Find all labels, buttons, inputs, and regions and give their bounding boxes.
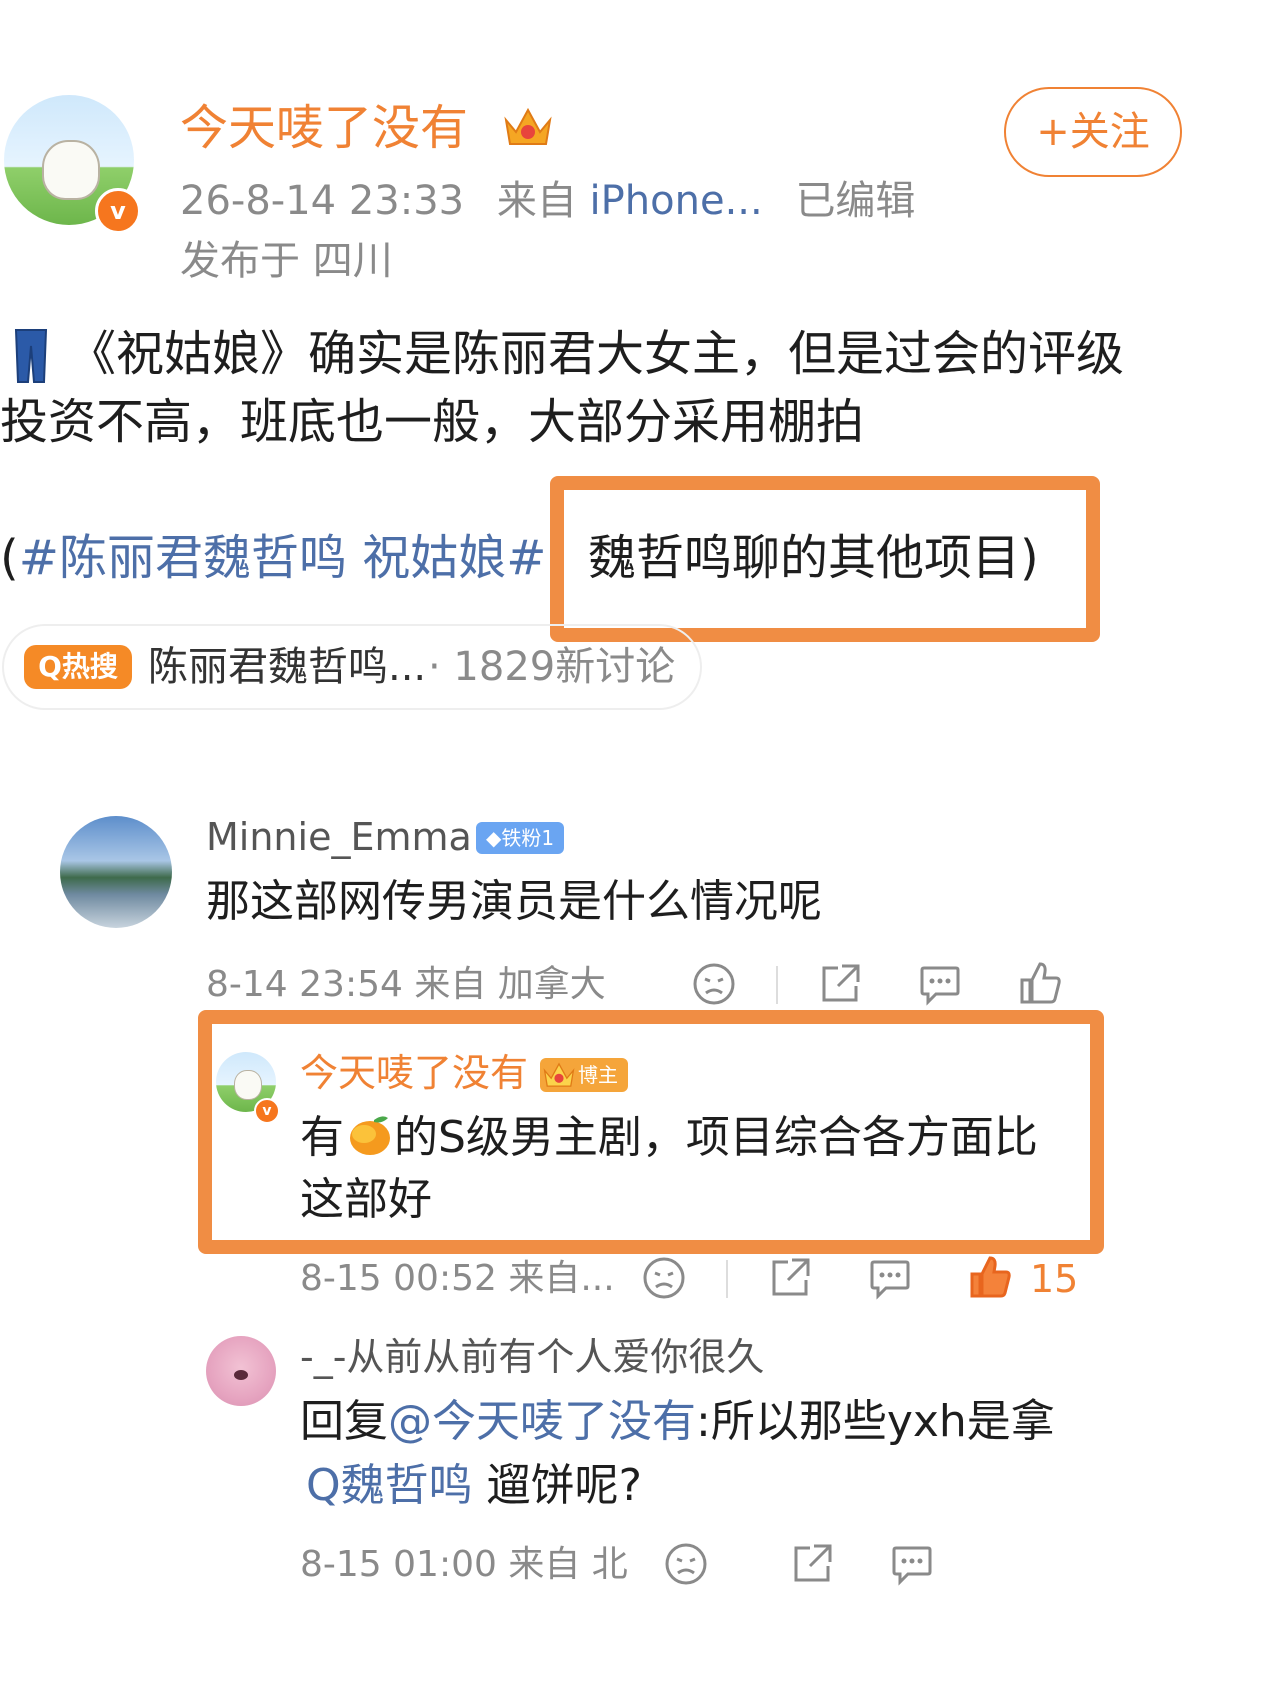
hashtag-link[interactable]: #陈丽君魏哲鸣 祝姑娘#	[19, 530, 547, 586]
post-author-name[interactable]: 今天唛了没有	[180, 98, 468, 158]
post-from-label: 来自	[496, 178, 577, 224]
post-device[interactable]: iPhone...	[590, 178, 763, 224]
blogger-badge-label: 博主	[578, 1063, 618, 1087]
search-word-link[interactable]: Q魏哲鸣	[306, 1460, 473, 1511]
reply-text-a: 有	[300, 1112, 344, 1163]
bear-illustration	[234, 1070, 262, 1100]
reply2-text-line2: Q魏哲鸣 遛饼呢?	[306, 1456, 642, 1516]
divider	[726, 1260, 728, 1298]
reply2-username[interactable]: -_-从前从前有个人爱你很久	[300, 1332, 764, 1382]
like-count: 15	[1030, 1257, 1079, 1301]
reply-text-b: 的S级男主剧，项目综合各方面比	[394, 1112, 1038, 1163]
jeans-emoji-icon	[14, 328, 48, 384]
mango-emoji-icon	[344, 1110, 394, 1160]
mention-link[interactable]: @今天唛了没有	[388, 1396, 696, 1447]
hot-search-badge: Q热搜	[24, 645, 132, 689]
nose-dot	[234, 1370, 248, 1380]
like-icon[interactable]	[1018, 960, 1062, 1006]
crown-icon	[542, 1058, 576, 1092]
divider	[776, 966, 778, 1004]
fan-badge: ◆铁粉1	[476, 822, 564, 854]
reply2-avatar[interactable]	[206, 1336, 276, 1406]
reply-meta: 8-15 00:52 来自...	[300, 1258, 615, 1299]
post-body-tail: 魏哲鸣聊的其他项目)	[588, 530, 1039, 586]
share-icon[interactable]	[790, 1542, 834, 1586]
comment-username[interactable]: Minnie_Emma	[206, 812, 472, 862]
post-body-line3: (#陈丽君魏哲鸣 祝姑娘#	[0, 528, 546, 588]
share-icon[interactable]	[768, 1256, 812, 1300]
reply-text-line2: 这部好	[300, 1174, 432, 1225]
post-edited-label[interactable]: 已编辑	[795, 178, 915, 224]
reply2-prefix: 回复	[300, 1396, 388, 1447]
commenter-avatar[interactable]	[60, 816, 172, 928]
post-body-line1: 《祝姑娘》确实是陈丽君大女主，但是过会的评级	[68, 326, 1125, 382]
hot-search-topic: 陈丽君魏哲鸣...	[148, 644, 427, 690]
dislike-icon[interactable]	[664, 1542, 708, 1586]
hot-search-count: · 1829新讨论	[428, 644, 676, 690]
comment-icon[interactable]	[918, 964, 962, 1006]
verified-v-icon: v	[254, 1098, 280, 1124]
reply-username[interactable]: 今天唛了没有	[300, 1048, 528, 1098]
crown-icon	[502, 102, 554, 152]
dislike-icon[interactable]	[692, 962, 736, 1006]
comment-icon[interactable]	[868, 1258, 912, 1300]
comment-meta: 8-14 23:54 来自 加拿大	[206, 964, 606, 1005]
post-meta: 26-8-14 23:33 来自 iPhone... 已编辑	[180, 176, 915, 226]
reply2-text-b: 遛饼呢?	[472, 1460, 642, 1511]
dislike-icon[interactable]	[642, 1256, 686, 1300]
follow-button[interactable]: +关注	[1004, 87, 1182, 177]
post-location: 发布于 四川	[180, 238, 393, 284]
comment-text: 那这部网传男演员是什么情况呢	[206, 876, 822, 927]
blogger-badge: 博主	[540, 1058, 628, 1092]
post-body-line2: 投资不高，班底也一般，大部分采用棚拍	[0, 394, 865, 450]
bear-illustration	[42, 140, 100, 200]
post-time: 26-8-14 23:33	[180, 178, 465, 224]
reply-text: 有的S级男主剧，项目综合各方面比	[300, 1108, 1038, 1168]
share-icon[interactable]	[818, 962, 862, 1006]
comment-icon[interactable]	[890, 1544, 934, 1586]
reply2-text-a: :所以那些yxh是拿	[696, 1396, 1055, 1447]
verified-v-icon: v	[95, 188, 141, 234]
paren-open: (	[0, 530, 19, 586]
like-icon[interactable]	[968, 1254, 1012, 1300]
reply2-meta: 8-15 01:00 来自 北	[300, 1544, 628, 1585]
reply2-text: 回复@今天唛了没有:所以那些yxh是拿	[300, 1392, 1055, 1452]
